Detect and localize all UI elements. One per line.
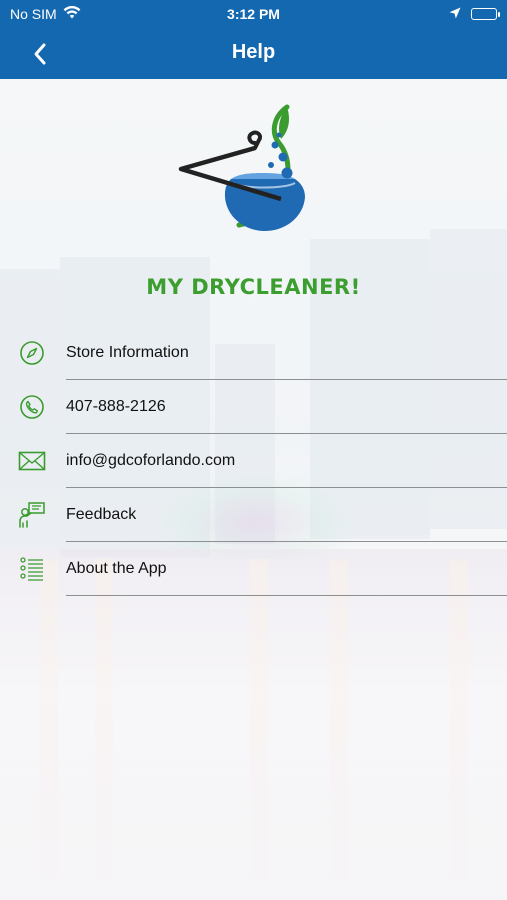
menu-item-store-information[interactable]: Store Information bbox=[0, 326, 507, 380]
back-button[interactable] bbox=[24, 38, 56, 70]
compass-icon bbox=[18, 339, 46, 367]
feedback-person-icon bbox=[18, 501, 46, 529]
menu-item-feedback[interactable]: Feedback bbox=[0, 488, 507, 542]
hanger-flask-leaf-logo bbox=[175, 103, 335, 253]
carrier-label: No SIM bbox=[10, 6, 57, 22]
page-title: Help bbox=[231, 41, 276, 63]
menu-item-email[interactable]: info@gdcoforlando.com bbox=[0, 434, 507, 488]
menu-item-label: Feedback bbox=[66, 506, 137, 523]
battery-icon bbox=[471, 8, 500, 20]
help-menu-list: Store Information 407-888-2126 info@gdco… bbox=[0, 326, 507, 596]
chevron-left-icon bbox=[34, 43, 46, 65]
menu-item-label: Store Information bbox=[66, 344, 189, 361]
divider bbox=[66, 595, 507, 596]
wifi-icon bbox=[63, 5, 81, 22]
navigation-bar: Help bbox=[0, 28, 507, 79]
brand-name: MY DRYCLEANER! bbox=[146, 275, 361, 299]
location-arrow-icon bbox=[449, 6, 461, 22]
menu-item-label: About the App bbox=[66, 560, 167, 577]
menu-item-label: info@gdcoforlando.com bbox=[66, 452, 236, 469]
status-bar: No SIM 3:12 PM bbox=[0, 0, 507, 28]
menu-item-about-the-app[interactable]: About the App bbox=[0, 542, 507, 596]
phone-icon bbox=[18, 393, 46, 421]
menu-item-phone[interactable]: 407-888-2126 bbox=[0, 380, 507, 434]
menu-item-label: 407-888-2126 bbox=[66, 398, 166, 415]
list-icon bbox=[18, 555, 46, 583]
envelope-icon bbox=[18, 447, 46, 475]
